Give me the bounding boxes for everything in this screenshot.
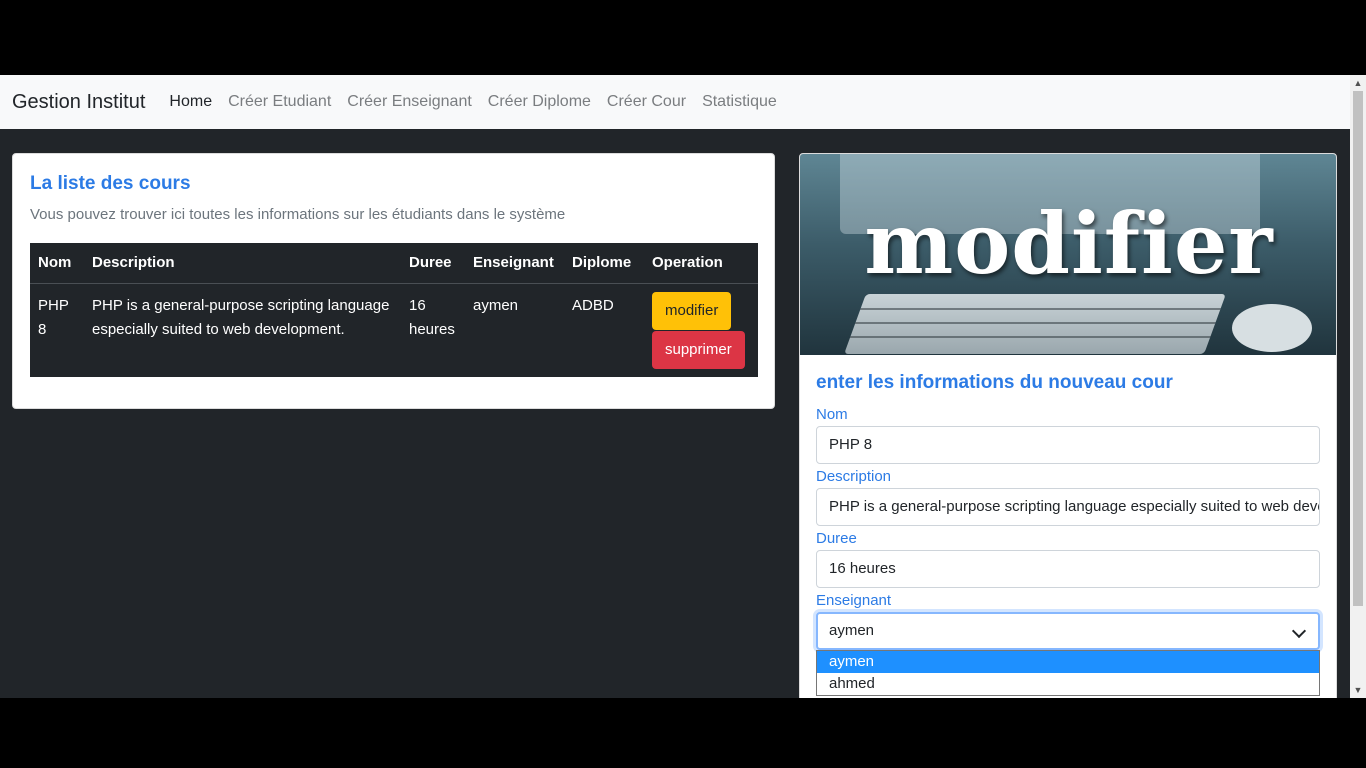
nav-link-statistique[interactable]: Statistique: [702, 93, 777, 111]
nav-link-creer-cour[interactable]: Créer Cour: [607, 93, 686, 111]
cell-diplome: ADBD: [572, 296, 614, 314]
nom-input[interactable]: PHP 8: [816, 426, 1320, 464]
cell-description: PHP is a general-purpose scripting langu…: [92, 296, 390, 338]
description-label: Description: [816, 468, 892, 485]
course-list-title: La liste des cours: [30, 173, 191, 194]
duree-input[interactable]: 16 heures: [816, 550, 1320, 588]
table-row: PHP 8 PHP is a general-purpose scripting…: [30, 283, 758, 377]
hero-image: modifier: [800, 154, 1336, 355]
table-header-row: Nom Description Duree Enseignant Diplome…: [30, 243, 758, 284]
browser-viewport: Gestion Institut Home Créer Etudiant Cré…: [0, 75, 1366, 698]
navbar: Gestion Institut Home Créer Etudiant Cré…: [0, 75, 1350, 129]
chevron-down-icon: [1291, 623, 1307, 639]
scroll-thumb[interactable]: [1353, 91, 1363, 606]
nav-link-creer-diplome[interactable]: Créer Diplome: [488, 93, 591, 111]
column-header-description: Description: [84, 243, 401, 284]
nav-link-home[interactable]: Home: [169, 93, 212, 111]
scroll-up-icon[interactable]: ▲: [1350, 75, 1366, 91]
hero-title: modifier: [864, 194, 1274, 293]
column-header-duree: Duree: [401, 243, 465, 284]
nav-link-creer-etudiant[interactable]: Créer Etudiant: [228, 93, 331, 111]
dropdown-option-ahmed[interactable]: ahmed: [817, 673, 1319, 695]
description-input[interactable]: PHP is a general-purpose scripting langu…: [816, 488, 1320, 526]
cell-enseignant: aymen: [473, 296, 519, 314]
duree-label: Duree: [816, 530, 857, 547]
nom-label: Nom: [816, 406, 848, 423]
navbar-brand[interactable]: Gestion Institut: [12, 91, 145, 114]
page-scrollbar[interactable]: ▲ ▼: [1350, 75, 1366, 698]
keyboard-graphic: [844, 294, 1226, 354]
enseignant-select[interactable]: aymen: [816, 612, 1320, 650]
cell-operation: modifier supprimer: [644, 283, 758, 377]
mouse-graphic: [1232, 304, 1312, 352]
form-title: enter les informations du nouveau cour: [816, 372, 1173, 393]
scroll-down-icon[interactable]: ▼: [1350, 682, 1366, 698]
cell-duree: 16 heures: [409, 296, 455, 338]
enseignant-label: Enseignant: [816, 592, 892, 609]
dropdown-option-aymen[interactable]: aymen: [817, 651, 1319, 673]
nav-link-creer-enseignant[interactable]: Créer Enseignant: [347, 93, 472, 111]
course-list-card: La liste des cours Vous pouvez trouver i…: [12, 153, 775, 409]
edit-course-card: modifier enter les informations du nouve…: [799, 153, 1337, 698]
course-list-subtitle: Vous pouvez trouver ici toutes les infor…: [30, 206, 566, 223]
supprimer-button[interactable]: supprimer: [652, 330, 745, 369]
enseignant-select-value: aymen: [829, 622, 875, 639]
modifier-button[interactable]: modifier: [652, 291, 732, 330]
enseignant-dropdown-list: aymen ahmed: [816, 650, 1320, 696]
cell-nom: PHP 8: [38, 296, 69, 338]
column-header-diplome: Diplome: [564, 243, 644, 284]
courses-table: Nom Description Duree Enseignant Diplome…: [30, 243, 758, 377]
column-header-nom: Nom: [30, 243, 84, 284]
column-header-enseignant: Enseignant: [465, 243, 564, 284]
column-header-operation: Operation: [644, 243, 758, 284]
